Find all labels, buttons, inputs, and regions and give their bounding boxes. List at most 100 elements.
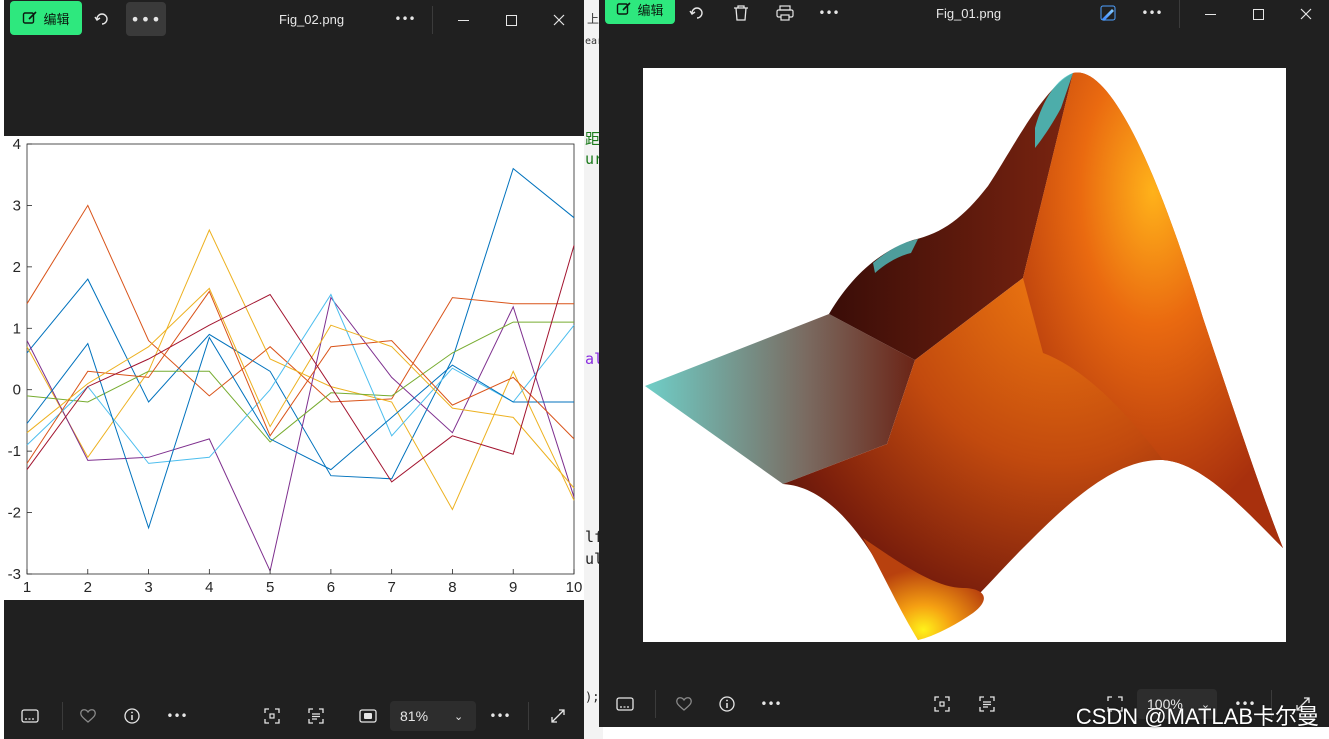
minimize-icon bbox=[457, 19, 469, 21]
edit-label: 编辑 bbox=[43, 11, 70, 27]
filmstrip-icon bbox=[616, 697, 634, 711]
more-options-button[interactable]: ••• bbox=[484, 701, 516, 731]
favorite-button[interactable] bbox=[72, 701, 104, 731]
filmstrip-button[interactable] bbox=[609, 689, 641, 719]
minimize-button[interactable] bbox=[1187, 0, 1233, 34]
plot-area bbox=[26, 143, 575, 575]
more-icon: ••• bbox=[818, 6, 840, 20]
edit-button[interactable]: 编辑 bbox=[10, 1, 82, 35]
x-tick-label: 4 bbox=[205, 579, 213, 596]
close-icon bbox=[553, 14, 565, 26]
x-tick-label: 3 bbox=[144, 579, 152, 596]
window-title: Fig_02.png bbox=[279, 12, 345, 27]
maximize-icon bbox=[1252, 8, 1264, 20]
background-text-fragment: 上 bbox=[587, 12, 600, 26]
y-tick-label: 3 bbox=[13, 197, 21, 214]
more-options-button[interactable]: ••• bbox=[755, 689, 787, 719]
edit-button[interactable]: 编辑 bbox=[605, 0, 675, 24]
more-icon: ••• bbox=[489, 709, 511, 723]
favorite-button[interactable] bbox=[668, 689, 700, 719]
title-bar: 编辑 ••• Fig_01.png ••• bbox=[599, 0, 1329, 32]
actual-size-icon bbox=[359, 709, 377, 723]
close-button[interactable] bbox=[1283, 0, 1329, 34]
line-chart: 1 2 3 4 5 6 7 8 9 10 -3 -2 -1 0 1 2 3 4 bbox=[8, 136, 583, 596]
text-recognition-icon bbox=[979, 696, 995, 712]
info-button[interactable] bbox=[711, 689, 743, 719]
surface-plot-image bbox=[645, 72, 1283, 641]
info-icon bbox=[719, 696, 735, 712]
x-tick-label: 7 bbox=[387, 579, 395, 596]
heart-icon bbox=[80, 709, 96, 723]
more-options-button[interactable]: ••• bbox=[161, 701, 193, 731]
title-more-button[interactable]: ••• bbox=[1136, 0, 1168, 28]
crop-icon bbox=[934, 696, 950, 712]
y-tick-label: 2 bbox=[13, 259, 21, 276]
print-button[interactable] bbox=[769, 0, 801, 28]
x-tick-label: 10 bbox=[566, 579, 583, 596]
separator bbox=[432, 6, 433, 34]
maximize-button[interactable] bbox=[488, 0, 534, 40]
rotate-icon bbox=[689, 7, 703, 19]
edit-icon bbox=[617, 2, 632, 15]
expand-icon bbox=[551, 709, 565, 723]
background-text-fragment: ); bbox=[585, 690, 600, 704]
print-icon bbox=[776, 5, 794, 21]
filmstrip-button[interactable] bbox=[14, 701, 46, 731]
y-tick-label: 4 bbox=[13, 136, 21, 153]
rotate-button[interactable] bbox=[86, 4, 118, 34]
more-icon: ••• bbox=[130, 9, 162, 29]
image-canvas-fig02: 1 2 3 4 5 6 7 8 9 10 -3 -2 -1 0 1 2 3 4 bbox=[4, 136, 584, 600]
heart-icon bbox=[676, 697, 692, 711]
photos-window-fig02: 编辑 ••• Fig_02.png ••• 1 2 3 4 5 6 7 8 9 10 -3 -2 -1 0… bbox=[4, 0, 584, 739]
x-tick-label: 8 bbox=[448, 579, 456, 596]
maximize-button[interactable] bbox=[1235, 0, 1281, 34]
rotate-button[interactable] bbox=[681, 0, 713, 28]
x-tick-label: 9 bbox=[509, 579, 517, 596]
zoom-value: 81% bbox=[400, 708, 429, 724]
x-tick-label: 6 bbox=[327, 579, 335, 596]
window-title: Fig_01.png bbox=[936, 6, 1002, 21]
trash-icon bbox=[734, 5, 748, 21]
edit-icon bbox=[23, 11, 38, 24]
chevron-down-icon: ⌄ bbox=[454, 710, 464, 723]
ai-edit-button[interactable] bbox=[1092, 0, 1124, 28]
fullscreen-button[interactable] bbox=[542, 701, 574, 731]
crop-button[interactable] bbox=[256, 701, 288, 731]
crop-icon bbox=[264, 708, 280, 724]
text-recognition-button[interactable] bbox=[300, 701, 332, 731]
y-tick-label: -3 bbox=[8, 566, 21, 583]
title-bar: 编辑 ••• Fig_02.png ••• bbox=[4, 0, 584, 40]
x-tick-label: 2 bbox=[84, 579, 92, 596]
zoom-dropdown[interactable]: 81% ⌄ bbox=[390, 701, 476, 731]
delete-button[interactable] bbox=[725, 0, 757, 28]
background-text-fragment: 距 bbox=[585, 130, 601, 148]
ai-edit-icon bbox=[1100, 5, 1116, 21]
edit-label: 编辑 bbox=[637, 2, 664, 18]
more-icon: ••• bbox=[1141, 6, 1163, 20]
bottom-toolbar: ••• 81% ⌄ ••• bbox=[4, 693, 584, 739]
x-tick-label: 1 bbox=[23, 579, 31, 596]
y-tick-label: 0 bbox=[13, 382, 21, 399]
watermark: CSDN @MATLAB卡尔曼 bbox=[1075, 704, 1319, 729]
separator bbox=[62, 702, 63, 730]
maximize-icon bbox=[505, 14, 517, 26]
y-tick-label: -1 bbox=[8, 443, 21, 460]
separator bbox=[655, 690, 656, 718]
more-icon: ••• bbox=[760, 697, 782, 711]
crop-button[interactable] bbox=[926, 689, 958, 719]
rotate-icon bbox=[94, 13, 108, 25]
title-more-button[interactable]: ••• bbox=[389, 4, 421, 34]
y-tick-label: 1 bbox=[13, 320, 21, 337]
minimize-button[interactable] bbox=[440, 0, 486, 40]
y-tick-label: -2 bbox=[8, 505, 21, 522]
more-options-button[interactable]: ••• bbox=[126, 2, 166, 36]
actual-size-button[interactable] bbox=[352, 701, 384, 731]
info-button[interactable] bbox=[116, 701, 148, 731]
text-recognition-button[interactable] bbox=[971, 689, 1003, 719]
x-tick-label: 5 bbox=[266, 579, 274, 596]
close-button[interactable] bbox=[536, 0, 582, 40]
text-recognition-icon bbox=[308, 708, 324, 724]
more-options-button[interactable]: ••• bbox=[813, 0, 845, 28]
photos-window-fig01: 编辑 ••• Fig_01.png ••• ••• 100% ⌄ ••• bbox=[599, 0, 1329, 727]
info-icon bbox=[124, 708, 140, 724]
